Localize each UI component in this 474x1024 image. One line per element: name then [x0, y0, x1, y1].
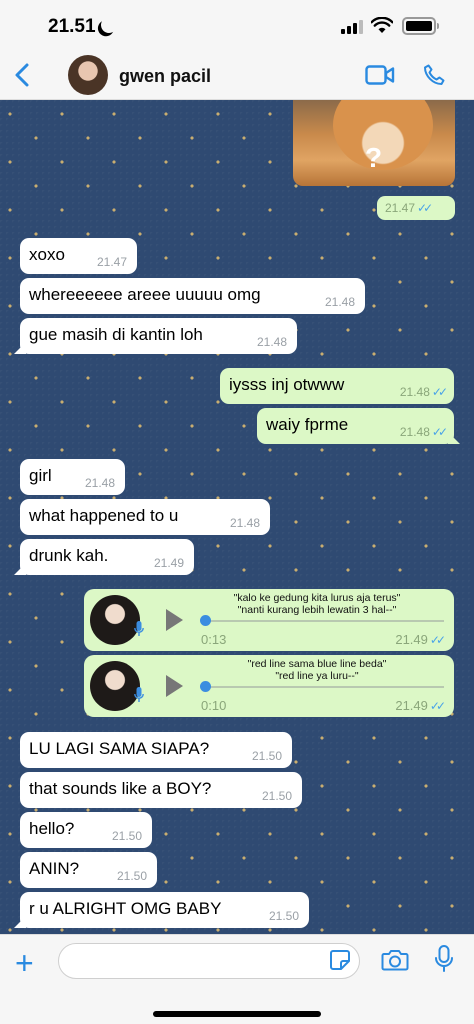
- message-incoming[interactable]: what happened to u 21.48: [20, 499, 270, 535]
- camera-icon[interactable]: [381, 948, 409, 972]
- voice-sender-avatar: [90, 661, 140, 711]
- voice-progress-handle[interactable]: [200, 615, 211, 626]
- back-chevron-icon[interactable]: [12, 62, 32, 88]
- message-incoming[interactable]: girl 21.48: [20, 459, 125, 495]
- message-incoming[interactable]: hello? 21.50: [20, 812, 152, 848]
- moon-icon: [99, 15, 120, 36]
- read-ticks-icon: ✓✓: [417, 201, 433, 215]
- voice-sender-avatar: [90, 595, 140, 645]
- microphone-icon: [134, 687, 144, 702]
- chat-area[interactable]: ? 21.47 ✓✓ xoxo 21.47 whereeeeee areee uuu…: [0, 100, 474, 934]
- message-incoming[interactable]: whereeeeee areee uuuuu omg 21.48: [20, 278, 365, 314]
- microphone-icon: [134, 621, 144, 636]
- wifi-icon: [371, 17, 393, 33]
- voice-caption: "red line sama blue line beda" "red line…: [247, 658, 387, 682]
- play-icon[interactable]: [166, 675, 183, 697]
- voice-timestamp: 21.49 ✓✓: [395, 698, 446, 713]
- read-ticks-icon: ✓✓: [429, 699, 446, 713]
- sticker-question-mark: ?: [365, 142, 383, 173]
- play-icon[interactable]: [166, 609, 183, 631]
- voice-progress-track[interactable]: [206, 686, 444, 688]
- compose-bar: +: [0, 934, 474, 1024]
- cellular-signal-icon: [341, 20, 365, 34]
- voice-message[interactable]: "kalo ke gedung kita lurus aja terus" "n…: [84, 589, 454, 651]
- phone-call-icon[interactable]: [422, 63, 446, 87]
- message-incoming[interactable]: drunk kah. 21.49: [20, 539, 194, 575]
- message-outgoing[interactable]: iysss inj otwww 21.48 ✓✓: [220, 368, 454, 404]
- cat-sticker-image[interactable]: ?: [293, 100, 455, 186]
- sticker-icon[interactable]: [329, 949, 351, 971]
- voice-duration: 0:10: [201, 698, 227, 713]
- status-bar: 21.51: [0, 0, 474, 52]
- video-call-icon[interactable]: [365, 65, 395, 85]
- message-incoming[interactable]: xoxo 21.47: [20, 238, 137, 274]
- home-indicator: [153, 1011, 321, 1017]
- voice-message[interactable]: "red line sama blue line beda" "red line…: [84, 655, 454, 717]
- voice-duration: 0:13: [201, 632, 227, 647]
- contact-name[interactable]: gwen pacil: [119, 66, 211, 87]
- message-outgoing[interactable]: waiy fprme 21.48 ✓✓: [257, 408, 454, 444]
- status-time: 21.51: [48, 16, 96, 37]
- message-incoming[interactable]: LU LAGI SAMA SIAPA? 21.50: [20, 732, 292, 768]
- message-incoming[interactable]: gue masih di kantin loh 21.48: [20, 318, 297, 354]
- plus-icon[interactable]: +: [15, 947, 34, 979]
- message-input[interactable]: [58, 943, 360, 979]
- voice-timestamp: 21.49 ✓✓: [395, 632, 446, 647]
- microphone-icon[interactable]: [434, 945, 454, 973]
- message-incoming[interactable]: r u ALRIGHT OMG BABY 21.50: [20, 892, 309, 928]
- read-ticks-icon: ✓✓: [429, 633, 446, 647]
- read-ticks-icon: ✓✓: [431, 385, 448, 399]
- voice-caption: "kalo ke gedung kita lurus aja terus" "n…: [233, 592, 401, 616]
- voice-progress-track[interactable]: [206, 620, 444, 622]
- battery-icon: [402, 17, 439, 35]
- chat-header: gwen pacil: [0, 52, 474, 100]
- contact-avatar[interactable]: [68, 55, 108, 95]
- read-ticks-icon: ✓✓: [431, 425, 448, 439]
- sticker-timestamp: 21.47 ✓✓: [377, 196, 455, 220]
- voice-progress-handle[interactable]: [200, 681, 211, 692]
- message-incoming[interactable]: that sounds like a BOY? 21.50: [20, 772, 302, 808]
- message-incoming[interactable]: ANIN? 21.50: [20, 852, 157, 888]
